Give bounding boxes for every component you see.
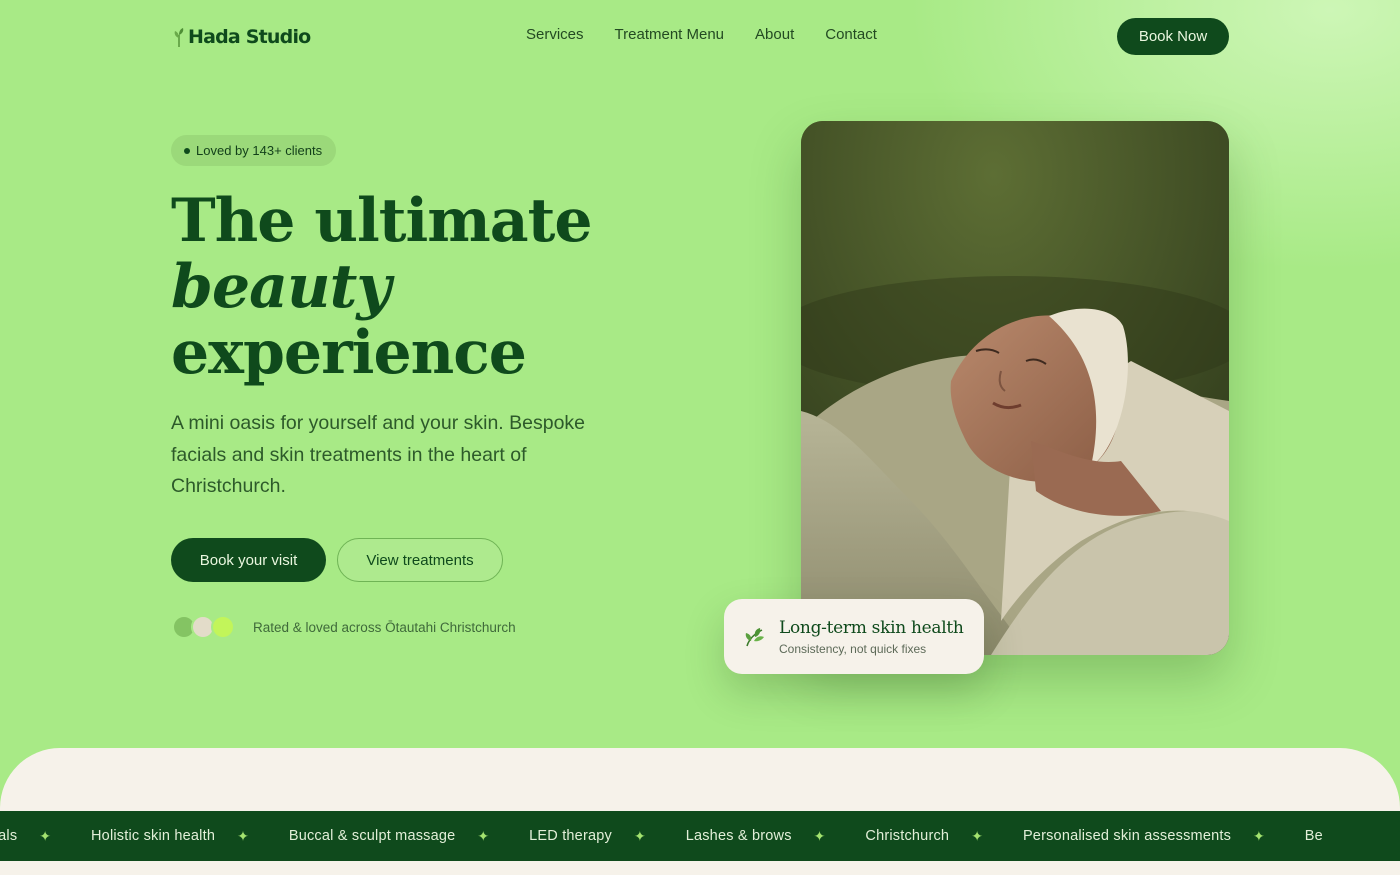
nav-services[interactable]: Services [526,26,584,43]
rating-row: Rated & loved across Ōtautahi Christchur… [172,615,516,639]
hero-headline: The ultimate beauty experience [171,186,593,388]
avatar [211,615,235,639]
sparkle-icon: ✦ [1253,827,1265,844]
brand-logo[interactable]: Hada Studio [172,24,311,50]
card-subtitle: Consistency, not quick fixes [779,641,927,656]
skin-health-card: Long-term skin health Consistency, not q… [724,599,984,674]
headline-line-2: beauty [171,252,391,322]
card-text: Long-term skin health Consistency, not q… [779,618,964,656]
ticker-track: acials ✦ Holistic skin health ✦ Buccal &… [0,811,1323,861]
ticker-item: LED therapy [529,828,612,844]
nav-treatment-menu[interactable]: Treatment Menu [615,26,725,43]
sparkle-icon: ✦ [633,827,646,844]
book-visit-button[interactable]: Book your visit [171,538,326,582]
sparkle-icon: ✦ [39,827,52,844]
services-ticker: acials ✦ Holistic skin health ✦ Buccal &… [0,811,1400,861]
card-title: Long-term skin health [779,617,964,638]
badge-text: Loved by 143+ clients [196,143,323,158]
ticker-item: Lashes & brows [685,828,792,844]
main-nav: Services Treatment Menu About Contact [526,26,908,43]
sparkle-icon: ✦ [477,827,490,844]
clients-badge: Loved by 143+ clients [171,135,337,166]
brand-name: Hada Studio [188,26,311,48]
avatar-group [172,615,238,639]
dot-icon [184,147,190,154]
ticker-item: Be [1304,828,1323,844]
ticker-item: Holistic skin health [91,828,216,844]
nav-contact[interactable]: Contact [825,26,877,43]
ticker-item: Personalised skin assessments [1022,828,1232,844]
hero-subtext: A mini oasis for yourself and your skin.… [171,412,586,497]
facial-treatment-illustration [801,121,1229,655]
book-now-button[interactable]: Book Now [1117,18,1229,55]
leaf-icon [745,627,764,646]
headline-line-3: experience [171,318,527,388]
view-treatments-button[interactable]: View treatments [337,538,503,582]
ticker-item: Christchurch [865,828,950,844]
rating-text: Rated & loved across Ōtautahi Christchur… [253,619,516,635]
sparkle-icon: ✦ [813,827,826,844]
hero-photo [801,121,1229,655]
sprout-icon [174,28,184,47]
sparkle-icon: ✦ [971,827,983,844]
ticker-item: Buccal & sculpt massage [288,828,456,844]
nav-about[interactable]: About [755,26,794,43]
sparkle-icon: ✦ [237,827,249,844]
ticker-item: acials [0,828,18,844]
headline-line-1: The ultimate [171,186,593,256]
